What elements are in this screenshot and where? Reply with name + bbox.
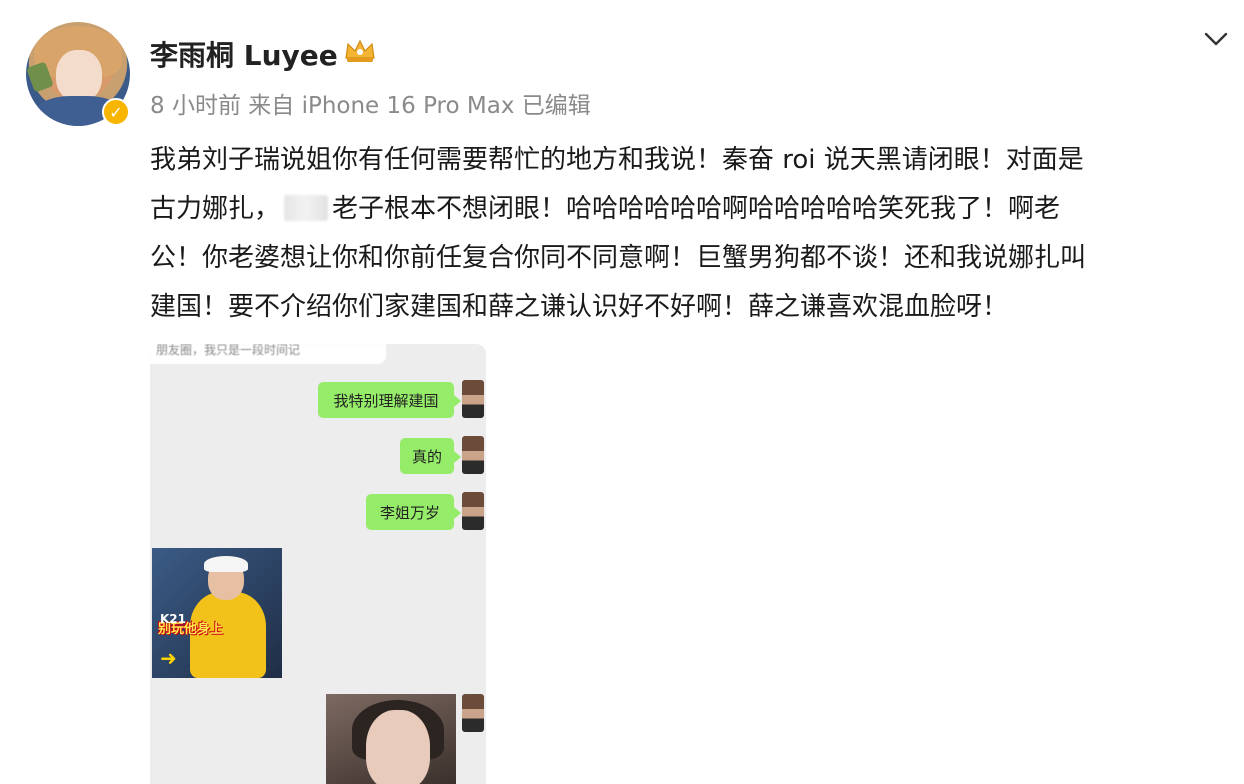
chat-avatar (462, 694, 484, 732)
chat-avatar (462, 380, 484, 418)
arrow-icon: ➜ (160, 646, 177, 670)
post-text-line-2b: 老子根本不想闭眼！哈哈哈哈哈哈啊哈哈哈哈哈笑死我了！啊老 (332, 194, 1061, 224)
chat-avatar (462, 436, 484, 474)
sticker-label: K21 (160, 612, 186, 626)
blurred-text (284, 195, 329, 221)
photo-image (326, 694, 456, 784)
post-text-line-1: 我弟刘子瑞说姐你有任何需要帮忙的地方和我说！秦奋 roi 说天黑请闭眼！对面是 (150, 145, 1084, 175)
post-text: 我弟刘子瑞说姐你有任何需要帮忙的地方和我说！秦奋 roi 说天黑请闭眼！对面是 … (150, 136, 1230, 332)
sticker-cap (204, 556, 248, 572)
avatar-face (56, 50, 102, 102)
crown-icon[interactable] (344, 38, 376, 64)
chat-bubble-3: 李姐万岁 (366, 494, 461, 530)
post-text-line-2a: 古力娜扎， (150, 194, 281, 224)
chat-bubble-2: 真的 (400, 438, 461, 474)
sticker-image: 别玩他身上 K21 ➜ (152, 548, 282, 678)
post-text-line-3: 公！你老婆想让你和你前任复合你同不同意啊！巨蟹男狗都不谈！还和我说娜扎叫 (150, 243, 1087, 273)
chat-avatar (462, 492, 484, 530)
verified-badge-icon: ✓ (102, 98, 130, 126)
post-text-line-4: 建国！要不介绍你们家建国和薛之谦认识好不好啊！薛之谦喜欢混血脸呀！ (150, 292, 1009, 322)
post-meta: 8 小时前 来自 iPhone 16 Pro Max 已编辑 (150, 93, 591, 119)
chat-bubble-1: 我特别理解建国 (318, 382, 461, 418)
photo-face (366, 710, 430, 784)
post-text-line-2: 古力娜扎， 老子根本不想闭眼！哈哈哈哈哈哈啊哈哈哈哈哈笑死我了！啊老 (150, 185, 1230, 234)
chat-screenshot[interactable]: 朋友圈，我只是一段时间记 我特别理解建国 真的 李姐万岁 别玩他身上 K21 ➜ (150, 344, 486, 784)
username[interactable]: 李雨桐 Luyee (150, 34, 338, 74)
chat-top-snippet: 朋友圈，我只是一段时间记 (150, 344, 386, 364)
chevron-down-icon[interactable] (1202, 26, 1230, 50)
